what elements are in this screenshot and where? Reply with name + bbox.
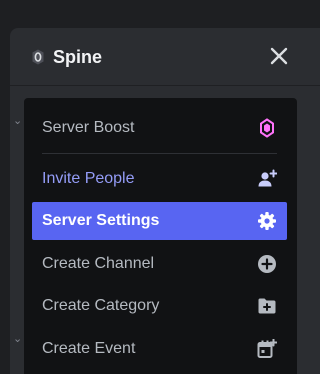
gear-icon — [258, 212, 276, 230]
menu-item-create-channel[interactable]: Create Channel — [32, 245, 287, 283]
folder-plus-icon — [258, 298, 276, 314]
add-person-icon — [258, 169, 277, 187]
calendar-plus-icon — [257, 339, 277, 358]
menu-item-label: Server Settings — [42, 212, 160, 229]
server-verified-icon — [32, 49, 44, 65]
menu-item-label: Create Channel — [42, 255, 155, 272]
category-collapse-chevron[interactable]: ⌄ — [13, 116, 22, 127]
top-strip — [0, 0, 320, 26]
close-icon[interactable] — [268, 45, 290, 67]
menu-item-create-event[interactable]: Create Event — [32, 330, 287, 368]
server-name: Spine — [53, 47, 103, 67]
server-header[interactable]: Spine — [10, 28, 320, 86]
menu-item-label: Invite People — [42, 170, 135, 187]
menu-separator — [42, 153, 277, 154]
menu-item-server-boost[interactable]: Server Boost — [32, 109, 287, 147]
server-dropdown-menu: Server Boost Invite People Server Settin… — [24, 98, 297, 374]
boost-gem-icon — [260, 118, 274, 138]
menu-item-invite-people[interactable]: Invite People — [32, 160, 287, 198]
plus-circle-icon — [258, 255, 276, 273]
menu-item-create-category[interactable]: Create Category — [32, 287, 287, 325]
menu-item-label: Create Category — [42, 297, 160, 314]
menu-item-label: Create Event — [42, 340, 136, 357]
menu-item-label: Server Boost — [42, 119, 135, 136]
menu-item-server-settings[interactable]: Server Settings — [32, 202, 287, 240]
category-collapse-chevron[interactable]: ⌄ — [13, 334, 22, 345]
